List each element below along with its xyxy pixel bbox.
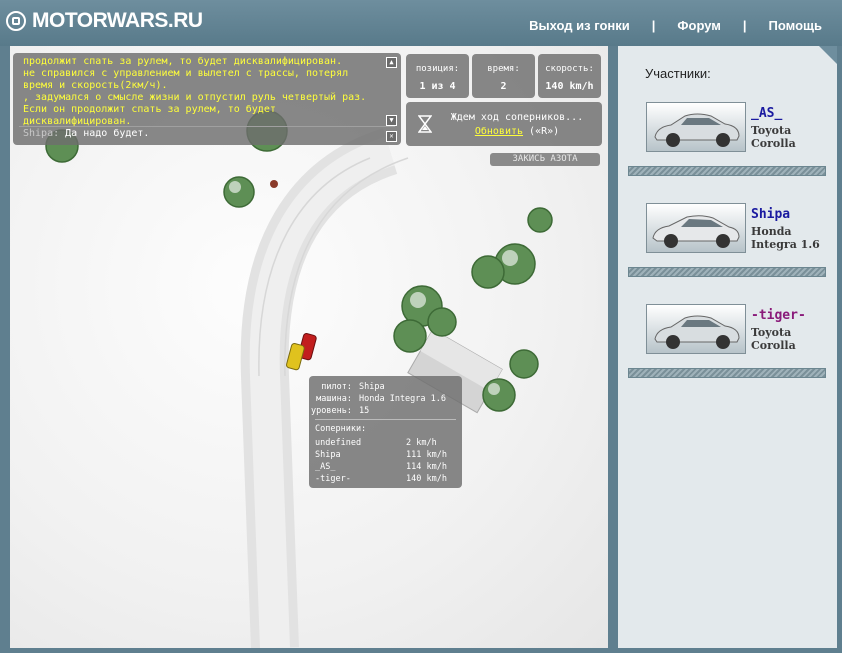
chat-author: Shipa: bbox=[23, 128, 60, 139]
participant-bar bbox=[628, 267, 826, 277]
position-label: позиция: bbox=[415, 64, 460, 74]
level-label: уровень: bbox=[311, 406, 352, 416]
car-image bbox=[646, 304, 746, 354]
nav-exit-race[interactable]: Выход из гонки bbox=[529, 18, 630, 33]
car-image bbox=[646, 203, 746, 253]
scroll-down-icon[interactable]: ▼ bbox=[386, 115, 397, 126]
nitro-button[interactable]: ЗАКИСЬ АЗОТА bbox=[490, 153, 600, 166]
chat-divider bbox=[19, 126, 395, 127]
rivals-label: Соперники: bbox=[315, 424, 367, 434]
rival-speed: 2 km/h bbox=[406, 438, 437, 448]
pilot-value: Shipa bbox=[359, 382, 385, 392]
rival-speed: 140 km/h bbox=[406, 474, 447, 484]
pilot-label: пилот: bbox=[321, 382, 352, 392]
chat-message: Да надо будет. bbox=[65, 128, 150, 139]
rival-name: _AS_ bbox=[315, 462, 336, 472]
position-stat: позиция: 1 из 4 bbox=[406, 54, 469, 98]
rival-name: Shipa bbox=[315, 450, 341, 460]
spectator bbox=[270, 180, 278, 188]
speed-stat: скорость: 140 km/h bbox=[538, 54, 601, 98]
time-value: 2 bbox=[500, 81, 507, 92]
nav-separator: | bbox=[651, 18, 656, 33]
waiting-panel: Ждем ход соперников... Обновить («R») bbox=[406, 102, 602, 146]
participants-title: Участники: bbox=[645, 66, 711, 81]
position-value: 1 из 4 bbox=[419, 81, 456, 92]
rival-name: -tiger- bbox=[315, 474, 351, 484]
close-icon[interactable]: ✕ bbox=[386, 131, 397, 142]
participant-car: Toyota Corolla bbox=[751, 326, 796, 352]
top-nav: Выход из гонки | Форум | Помощь bbox=[529, 18, 822, 33]
participant-name: _AS_ bbox=[751, 106, 783, 121]
rival-speed: 114 km/h bbox=[406, 462, 447, 472]
participant-bar bbox=[628, 368, 826, 378]
time-label: время: bbox=[487, 64, 520, 74]
participant-name: Shipa bbox=[751, 207, 791, 222]
participant-card[interactable]: -tiger- Toyota Corolla bbox=[628, 304, 836, 378]
chat-line: не справился с управлением и вылетел с т… bbox=[23, 68, 349, 91]
speed-value: 140 km/h bbox=[545, 81, 594, 92]
scroll-up-icon[interactable]: ▲ bbox=[386, 57, 397, 68]
logo-icon bbox=[6, 11, 26, 31]
rival-speed: 111 km/h bbox=[406, 450, 447, 460]
top-bar: MOTORWARS.RU Выход из гонки | Форум | По… bbox=[0, 0, 842, 46]
refresh-link[interactable]: Обновить bbox=[475, 126, 523, 137]
participant-car: Toyota Corolla bbox=[751, 124, 796, 150]
player-cars bbox=[286, 333, 317, 371]
nav-separator: | bbox=[742, 18, 747, 33]
nav-help[interactable]: Помощь bbox=[769, 18, 822, 33]
chat-log: продолжит спать за рулем, то будет дискв… bbox=[13, 53, 401, 145]
participant-car: Honda Integra 1.6 bbox=[751, 225, 820, 251]
refresh-shortcut: («R») bbox=[529, 126, 560, 137]
race-track-view[interactable]: продолжит спать за рулем, то будет дискв… bbox=[10, 46, 608, 648]
car-image bbox=[646, 102, 746, 152]
corner-decoration bbox=[819, 46, 837, 64]
participant-bar bbox=[628, 166, 826, 176]
logo-text: MOTORWARS.RU bbox=[32, 9, 203, 32]
pilot-info-panel: пилот: Shipa машина: Honda Integra 1.6 уро… bbox=[309, 376, 462, 488]
chat-line: продолжит спать за рулем, то будет дискв… bbox=[23, 56, 343, 67]
level-value: 15 bbox=[359, 406, 370, 416]
hourglass-icon bbox=[418, 115, 432, 133]
chat-line: , задумался о смысле жизни и отпустил ру… bbox=[23, 92, 367, 127]
waiting-message: Ждем ход соперников... bbox=[450, 112, 584, 123]
rival-name: undefined bbox=[315, 438, 362, 448]
site-logo[interactable]: MOTORWARS.RU bbox=[6, 9, 203, 33]
info-divider bbox=[315, 419, 456, 420]
car-label: машина: bbox=[316, 394, 352, 404]
nav-forum[interactable]: Форум bbox=[677, 18, 720, 33]
car-value: Honda Integra 1.6 bbox=[359, 394, 446, 404]
speed-label: скорость: bbox=[545, 64, 594, 74]
time-stat: время: 2 bbox=[472, 54, 535, 98]
participant-name: -tiger- bbox=[751, 308, 806, 323]
participants-sidebar: Участники: _AS_ Toyota Corolla Shipa Hon… bbox=[618, 46, 837, 648]
participant-card[interactable]: Shipa Honda Integra 1.6 bbox=[628, 203, 836, 277]
participant-card[interactable]: _AS_ Toyota Corolla bbox=[628, 102, 836, 176]
